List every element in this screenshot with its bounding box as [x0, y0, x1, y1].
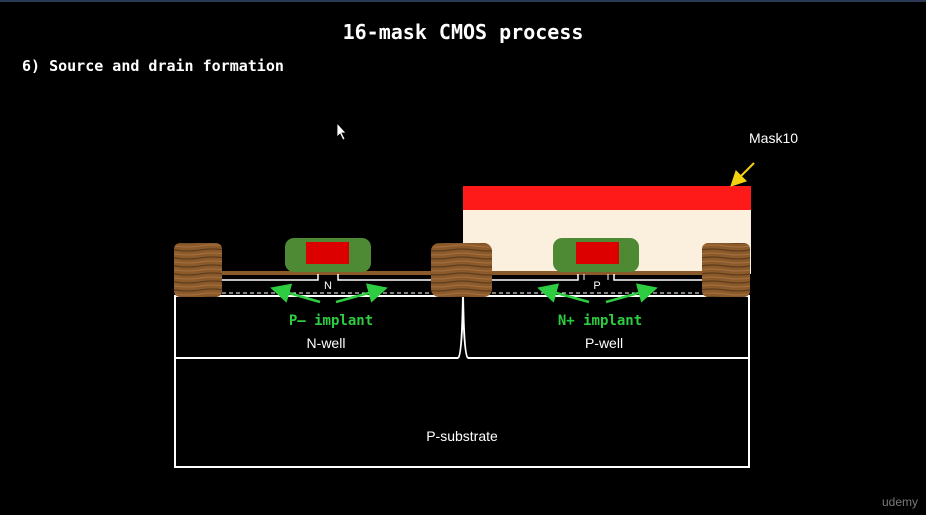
well-boundary	[457, 295, 469, 359]
field-oxide-right	[702, 243, 750, 297]
mask10-arrow	[730, 162, 755, 187]
pwell-label: P-well	[585, 335, 623, 351]
nmos-gate	[576, 242, 619, 264]
p-substrate-label: P-substrate	[426, 428, 498, 444]
nwell-label: N-well	[307, 335, 346, 351]
field-oxide-middle	[431, 243, 492, 297]
n-implant-label: N+ implant	[558, 313, 642, 329]
p-channel-label: P	[593, 280, 600, 292]
pmos-gate	[306, 242, 349, 264]
cmos-cross-section-diagram: P-substrate N-well P-well N P P– implant…	[174, 121, 798, 468]
mask10-label: Mask10	[749, 130, 798, 146]
mask10-layer	[463, 186, 751, 210]
field-oxide-left	[174, 243, 222, 297]
n-channel-label: N	[324, 280, 332, 292]
udemy-watermark: udemy	[881, 495, 918, 509]
p-implant-label: P– implant	[289, 313, 373, 329]
mouse-cursor-icon	[336, 121, 347, 141]
